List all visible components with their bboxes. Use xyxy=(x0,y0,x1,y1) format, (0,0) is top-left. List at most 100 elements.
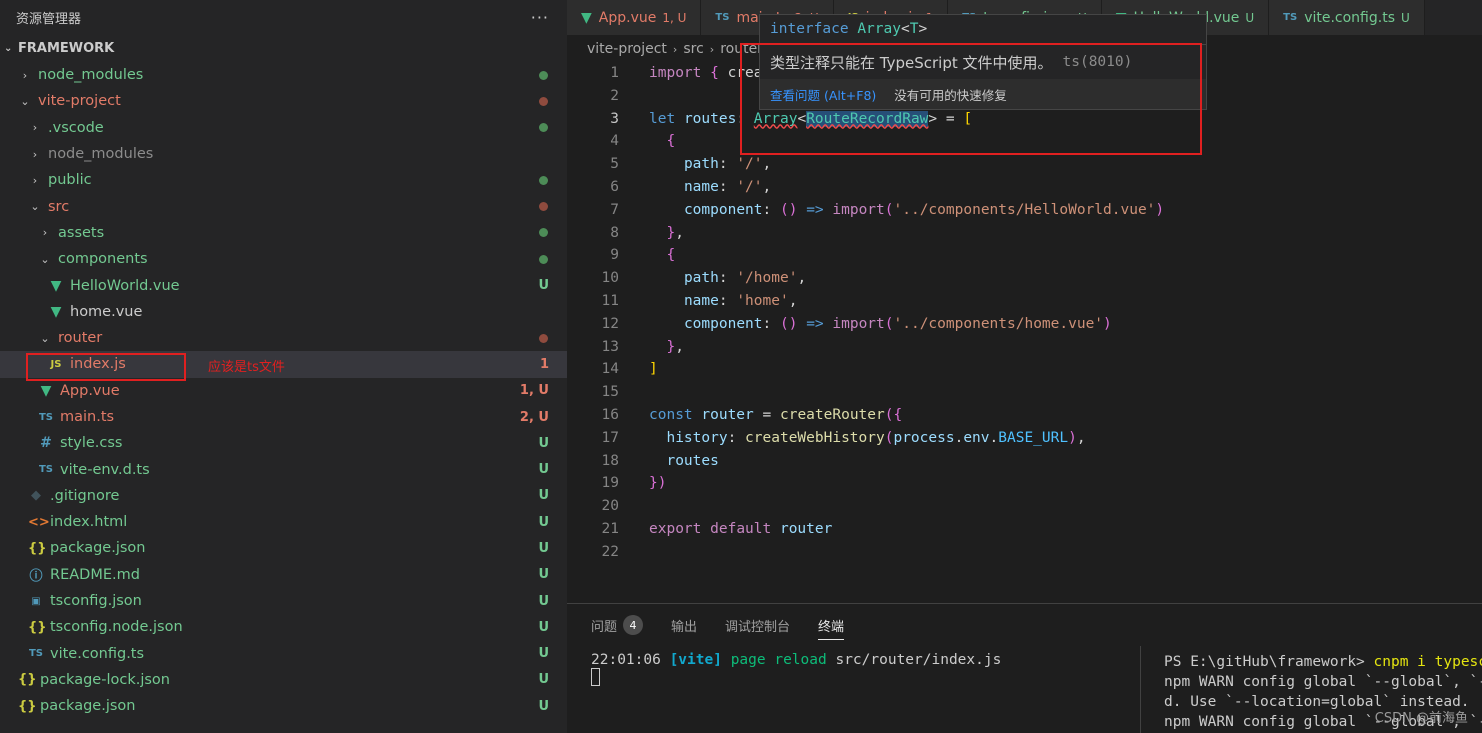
git-status-dot xyxy=(539,254,548,264)
tree-item-label: style.css xyxy=(60,435,123,452)
tree-item-label: public xyxy=(48,172,92,189)
code-line: 9 { xyxy=(567,244,1482,267)
json-file-icon: {} xyxy=(18,698,37,714)
terminal-tag: [vite] xyxy=(669,652,722,668)
breadcrumb-separator-icon: › xyxy=(672,42,678,56)
panel-tab[interactable]: 调试控制台 xyxy=(725,604,790,646)
tree-item[interactable]: {} package.json U xyxy=(0,535,567,561)
tree-item[interactable]: › node_modules xyxy=(0,141,567,167)
workspace-section-header[interactable]: ⌄ FRAMEWORK xyxy=(0,34,567,62)
line-number: 20 xyxy=(601,498,619,515)
breadcrumb-item[interactable]: vite-project xyxy=(587,41,667,57)
line-number: 21 xyxy=(601,520,619,537)
annotation-text: 应该是ts文件 xyxy=(208,360,285,375)
tree-item[interactable]: # style.css U xyxy=(0,430,567,456)
tree-item[interactable]: {} tsconfig.node.json U xyxy=(0,614,567,640)
explorer-title: 资源管理器 xyxy=(16,11,82,27)
panel-tab-label: 输出 xyxy=(671,619,698,635)
git-status-dot xyxy=(539,228,548,238)
terminal-path: src/router/index.js xyxy=(835,652,1002,668)
git-status-badge: U xyxy=(538,672,549,688)
code-text: { xyxy=(666,247,676,264)
tree-item[interactable]: › public xyxy=(0,167,567,193)
code-text: name: '/', xyxy=(683,178,772,195)
tree-item[interactable]: TS vite.config.ts U xyxy=(0,641,567,667)
panel-tab[interactable]: 终端 xyxy=(818,604,845,646)
problem-count-badge: 4 xyxy=(623,615,644,635)
git-file-icon: ◆ xyxy=(31,488,41,504)
vue-file-icon: ▼ xyxy=(50,277,62,294)
tree-item[interactable]: <> index.html U xyxy=(0,509,567,535)
tree-item-label: index.html xyxy=(50,514,128,531)
tree-item[interactable]: ▼ HelloWorld.vue U xyxy=(0,272,567,298)
tree-item[interactable]: › assets xyxy=(0,220,567,246)
editor-tab[interactable]: TS vite.config.ts U xyxy=(1269,0,1425,35)
panel-tab-label: 终端 xyxy=(818,619,845,635)
git-status-badge: U xyxy=(538,698,549,714)
tree-item[interactable]: {} package.json U xyxy=(0,693,567,719)
panel-tab[interactable]: 问题 4 xyxy=(591,604,644,646)
ts-file-icon: TS xyxy=(715,12,730,23)
tree-item-label: vite.config.ts xyxy=(50,645,145,662)
panel-tab[interactable]: 输出 xyxy=(671,604,697,646)
git-status-dot xyxy=(539,123,548,133)
tree-item-label: vite-project xyxy=(38,93,121,110)
line-number: 2 xyxy=(610,87,619,104)
chevron-down-icon: ⌄ xyxy=(30,200,40,214)
line-number: 1 xyxy=(610,65,619,81)
tree-item[interactable]: ⌄ router xyxy=(0,325,567,351)
terminal-output[interactable]: 22:01:06 [vite] page reload src/router/i… xyxy=(591,652,1001,686)
code-text: path: '/home', xyxy=(683,270,807,287)
code-text: export default router xyxy=(649,520,833,537)
tree-item-label: package.json xyxy=(50,540,146,557)
tree-item-label: components xyxy=(58,251,148,268)
ts-file-icon: TS xyxy=(1283,12,1298,23)
tree-item[interactable]: TS main.ts 2, U xyxy=(0,404,567,430)
git-status-dot xyxy=(539,96,548,106)
tab-label: vite.config.ts xyxy=(1304,9,1395,26)
tree-item[interactable]: {} package-lock.json U xyxy=(0,667,567,693)
tree-item[interactable]: TS vite-env.d.ts U xyxy=(0,456,567,482)
tree-item[interactable]: ⌄ components xyxy=(0,246,567,272)
line-number: 6 xyxy=(610,178,619,195)
chevron-down-icon: ⌄ xyxy=(40,252,50,266)
code-line: 12 component: () => import('../component… xyxy=(567,313,1482,336)
tree-item-label: .vscode xyxy=(48,119,104,136)
html-file-icon: <> xyxy=(28,514,50,530)
tree-item[interactable]: ◆ .gitignore U xyxy=(0,483,567,509)
tree-item[interactable]: ⌄ vite-project xyxy=(0,88,567,114)
code-line: 16 const router = createRouter({ xyxy=(567,404,1482,427)
chevron-right-icon: › xyxy=(22,68,28,82)
terminal-split-divider[interactable] xyxy=(1140,646,1141,733)
ts-file-icon: TS xyxy=(38,464,54,476)
git-status-badge: 1, U xyxy=(519,383,549,399)
terminal-line: PS E:\gitHub\framework> cnpm i typescrip… xyxy=(1164,654,1482,670)
chevron-down-icon: ⌄ xyxy=(20,94,30,108)
json-file-icon: {} xyxy=(28,540,47,556)
tree-item-label: README.md xyxy=(50,566,140,583)
breadcrumb-item[interactable]: src xyxy=(683,41,703,57)
tree-item[interactable]: › .vscode xyxy=(0,115,567,141)
editor-tab[interactable]: ▼ App.vue 1, U xyxy=(567,0,702,35)
tree-item[interactable]: ⓘ README.md U xyxy=(0,562,567,588)
tree-item[interactable]: › node_modules xyxy=(0,62,567,88)
tree-item[interactable]: ⌄ src xyxy=(0,193,567,219)
info-file-icon: ⓘ xyxy=(29,569,43,585)
line-number: 9 xyxy=(610,247,619,264)
tab-status: 1, U xyxy=(662,10,687,25)
tree-item[interactable]: ▣ tsconfig.json U xyxy=(0,588,567,614)
chevron-right-icon: › xyxy=(32,121,38,135)
tree-item-label: package.json xyxy=(40,698,136,715)
bottom-panel: 问题 4 输出 调试控制台 终端 22:01:06 [vite] page reload… xyxy=(567,603,1482,733)
ts-file-icon: TS xyxy=(38,411,54,423)
tree-item-label: vite-env.d.ts xyxy=(60,461,150,478)
code-line: 10 path: '/home', xyxy=(567,267,1482,290)
tree-item[interactable]: ▼ App.vue 1, U xyxy=(0,378,567,404)
ts-file-icon: TS xyxy=(28,648,44,660)
git-status-badge: 1 xyxy=(539,356,549,372)
file-tree: › node_modules ⌄ vite-project › .vscode › node_… xyxy=(0,62,567,719)
more-actions-icon[interactable]: ··· xyxy=(531,8,549,27)
git-status-dot xyxy=(539,333,548,343)
tree-item[interactable]: ▼ home.vue xyxy=(0,299,567,325)
chevron-right-icon: › xyxy=(32,147,38,161)
